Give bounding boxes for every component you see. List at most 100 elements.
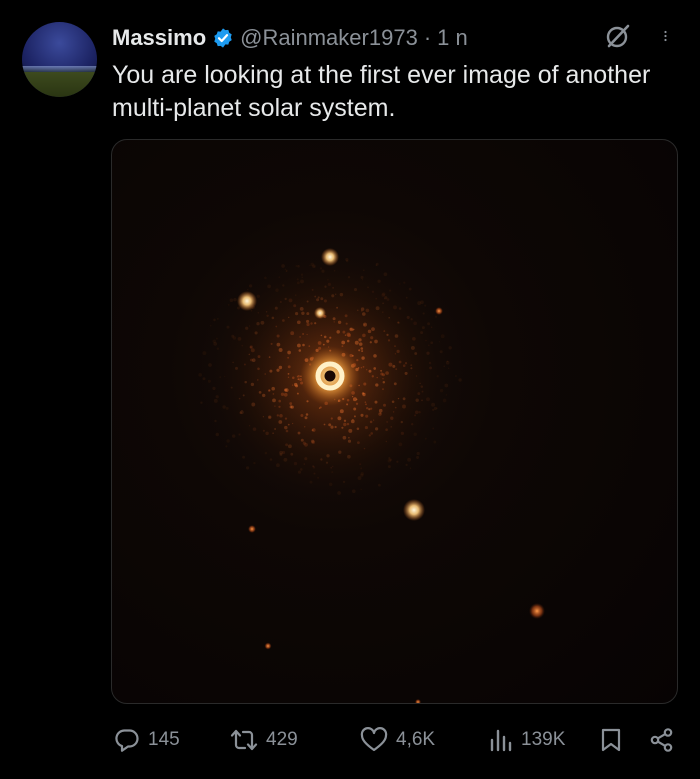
speckle	[367, 329, 372, 334]
speckle	[213, 398, 218, 403]
speckle	[341, 340, 346, 345]
speckle	[309, 264, 311, 267]
more-options-icon[interactable]	[662, 22, 676, 50]
speckle	[402, 397, 406, 401]
speckle	[378, 412, 382, 416]
speckle	[360, 467, 363, 470]
speckle	[256, 379, 259, 381]
speckle	[360, 366, 363, 369]
speckle	[284, 268, 286, 270]
speckle	[299, 307, 304, 311]
share-icon	[650, 728, 673, 752]
author-avatar[interactable]	[22, 22, 97, 97]
speckle	[295, 294, 297, 296]
speckle	[387, 339, 391, 342]
speckle	[304, 426, 306, 428]
speckle	[364, 426, 368, 430]
background-star-6	[415, 699, 421, 703]
speckle	[285, 443, 289, 447]
speckle	[224, 375, 226, 378]
speckle	[306, 319, 310, 323]
speckle	[308, 345, 311, 347]
speckle	[287, 376, 290, 378]
post: Massimo @Rainmaker1973 · 1 n You are loo…	[0, 0, 700, 779]
speckle	[442, 398, 447, 403]
speckle	[299, 336, 301, 338]
speckle	[387, 459, 392, 463]
speckle	[296, 278, 299, 281]
speckle	[388, 362, 393, 367]
speckle	[215, 395, 219, 399]
speckle	[364, 401, 367, 404]
speckle	[328, 423, 332, 427]
speckle	[200, 401, 203, 404]
speckle	[409, 467, 412, 470]
speckle	[405, 296, 408, 299]
views-icon	[490, 729, 512, 752]
host-star-center	[324, 370, 336, 382]
speckle	[317, 476, 320, 479]
speckle	[391, 400, 395, 403]
speckle	[382, 311, 384, 313]
speckle	[396, 460, 399, 463]
speckle	[278, 405, 281, 408]
speckle	[392, 411, 395, 413]
speckle	[297, 264, 300, 268]
speckle	[403, 281, 406, 284]
speckle	[378, 483, 381, 487]
like-button[interactable]: 4,6K	[360, 723, 435, 757]
speckle	[448, 346, 452, 350]
speckle	[321, 269, 325, 273]
speckle	[208, 363, 212, 367]
grok-icon[interactable]	[604, 22, 632, 50]
speckle	[388, 289, 392, 292]
post-image[interactable]	[111, 139, 678, 704]
speckle	[376, 376, 378, 379]
speckle	[417, 301, 422, 306]
post-timestamp[interactable]: 1 n	[437, 25, 468, 51]
speckle	[348, 428, 353, 433]
speckle	[347, 454, 351, 459]
speckle	[371, 290, 375, 294]
speckle	[302, 333, 305, 335]
speckle	[421, 326, 425, 330]
speckle	[330, 417, 333, 420]
speckle	[404, 371, 408, 375]
speckle	[245, 466, 250, 470]
share-button[interactable]	[649, 723, 675, 757]
speckle	[329, 336, 332, 339]
speckle	[306, 312, 310, 316]
speckle	[458, 378, 462, 382]
speckle	[362, 366, 365, 368]
speckle	[383, 272, 388, 277]
speckle	[410, 364, 413, 367]
speckle	[385, 371, 389, 375]
speckle	[346, 422, 350, 426]
author-handle[interactable]: @Rainmaker1973	[240, 25, 418, 51]
reply-button[interactable]: 145	[114, 723, 180, 757]
speckle	[244, 380, 247, 384]
speckle	[275, 288, 279, 292]
speckle	[314, 295, 317, 298]
speckle	[369, 420, 373, 424]
speckle	[371, 327, 375, 331]
speckle	[426, 351, 430, 355]
speckle	[276, 334, 280, 338]
speckle	[386, 421, 388, 423]
speckle	[267, 415, 272, 419]
speckle	[267, 389, 271, 392]
speckle	[417, 392, 421, 396]
speckle	[440, 334, 445, 339]
speckle	[232, 361, 234, 364]
views-button[interactable]: 139K	[489, 723, 565, 757]
speckle	[271, 386, 275, 391]
speckle	[268, 356, 271, 358]
author-name[interactable]: Massimo	[112, 25, 206, 51]
speckle	[414, 352, 418, 355]
speckle	[349, 327, 353, 331]
repost-button[interactable]: 429	[230, 723, 298, 757]
speckle	[210, 325, 212, 327]
speckle	[241, 409, 243, 412]
bookmark-button[interactable]	[599, 723, 623, 757]
speckle	[227, 304, 230, 306]
